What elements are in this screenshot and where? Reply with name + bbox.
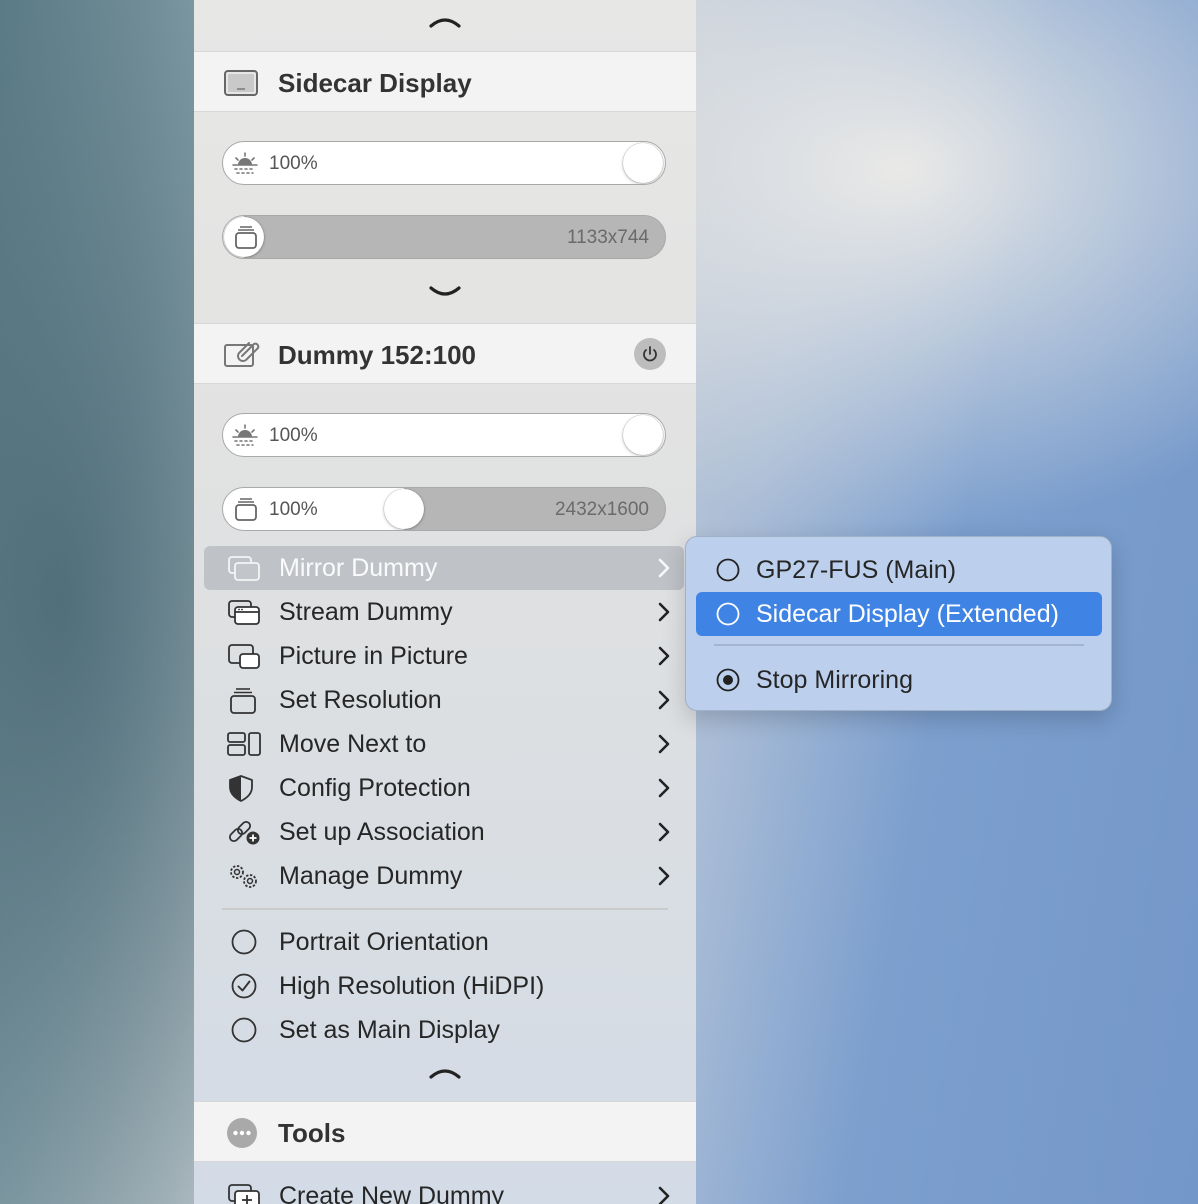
resolution-percent: 100% xyxy=(269,499,318,520)
radio-unselected-icon xyxy=(716,602,740,626)
checked-circle-icon xyxy=(231,973,257,999)
resolution-stack-icon xyxy=(235,226,257,249)
brightness-sun-icon xyxy=(232,152,258,174)
chevron-right-icon xyxy=(658,778,670,798)
gears-icon xyxy=(230,865,257,888)
radio-selected-icon xyxy=(716,668,740,692)
unchecked-circle-icon xyxy=(231,929,257,955)
resolution-stack-icon xyxy=(235,498,257,521)
menu-item-mirror-dummy[interactable]: Mirror Dummy xyxy=(204,546,684,590)
mirror-icon xyxy=(228,556,260,581)
chevron-right-icon xyxy=(658,1186,670,1204)
chevron-right-icon xyxy=(658,646,670,666)
slider-knob[interactable] xyxy=(623,415,663,455)
submenu-item-label: Sidecar Display (Extended) xyxy=(756,600,1059,628)
stream-icon xyxy=(228,600,260,625)
collapse-chevron-up-icon[interactable] xyxy=(194,1063,696,1081)
menu-item-label: Manage Dummy xyxy=(279,862,463,890)
power-icon xyxy=(643,346,657,362)
option-label: Set as Main Display xyxy=(279,1016,500,1044)
add-display-icon xyxy=(228,1184,260,1204)
chevron-right-icon xyxy=(658,602,670,622)
expand-chevron-down-icon[interactable] xyxy=(194,284,696,302)
sidecar-brightness-slider[interactable]: 100% xyxy=(222,141,666,185)
menu-item-stream-dummy[interactable]: Stream Dummy xyxy=(204,590,684,634)
menu-item-label: Picture in Picture xyxy=(279,642,468,670)
menu-item-label: Move Next to xyxy=(279,730,427,758)
option-portrait-orientation[interactable]: Portrait Orientation xyxy=(204,920,684,964)
sidecar-display-header: Sidecar Display xyxy=(194,51,696,112)
dummy-display-header: Dummy 152:100 xyxy=(194,323,696,384)
chevron-right-icon xyxy=(658,822,670,842)
tools-header: Tools xyxy=(194,1101,696,1162)
submenu-separator xyxy=(714,644,1084,646)
submenu-item-sidecar-display[interactable]: Sidecar Display (Extended) xyxy=(696,592,1102,636)
display-title: Sidecar Display xyxy=(278,68,472,98)
power-button[interactable] xyxy=(634,338,666,370)
menu-item-manage-dummy[interactable]: Manage Dummy xyxy=(204,854,684,898)
tools-title: Tools xyxy=(278,1118,346,1148)
submenu-item-stop-mirroring[interactable]: Stop Mirroring xyxy=(696,658,1102,702)
chevron-right-icon xyxy=(658,734,670,754)
dummy-resolution-slider[interactable]: 100% 2432x1600 xyxy=(222,487,666,531)
dummy-display-icon xyxy=(224,342,260,367)
resolution-stack-icon xyxy=(230,688,256,714)
option-label: High Resolution (HiDPI) xyxy=(279,972,545,1000)
chevron-right-icon xyxy=(658,690,670,710)
brightness-value: 100% xyxy=(269,425,318,446)
arrangement-icon xyxy=(227,732,261,756)
slider-knob[interactable] xyxy=(623,143,663,183)
ipad-display-icon xyxy=(224,70,258,96)
sidecar-resolution-slider[interactable]: 1133x744 xyxy=(222,215,666,259)
brightness-value: 100% xyxy=(269,153,318,174)
brightness-sun-icon xyxy=(232,424,258,446)
option-set-as-main-display[interactable]: Set as Main Display xyxy=(204,1008,684,1052)
menu-item-move-next-to[interactable]: Move Next to xyxy=(204,722,684,766)
menu-item-label: Set Resolution xyxy=(279,686,442,714)
menu-item-create-new-dummy[interactable]: Create New Dummy xyxy=(204,1174,684,1204)
menu-item-label: Create New Dummy xyxy=(279,1182,505,1204)
menu-item-label: Mirror Dummy xyxy=(279,554,438,582)
shield-icon xyxy=(229,775,253,802)
menu-item-picture-in-picture[interactable]: Picture in Picture xyxy=(204,634,684,678)
menu-item-set-resolution[interactable]: Set Resolution xyxy=(204,678,684,722)
menu-item-config-protection[interactable]: Config Protection xyxy=(204,766,684,810)
menu-separator xyxy=(222,908,668,910)
unchecked-circle-icon xyxy=(231,1017,257,1043)
option-high-resolution[interactable]: High Resolution (HiDPI) xyxy=(204,964,684,1008)
link-add-icon xyxy=(228,820,260,845)
dummy-brightness-slider[interactable]: 100% xyxy=(222,413,666,457)
option-label: Portrait Orientation xyxy=(279,928,489,956)
menu-item-label: Stream Dummy xyxy=(279,598,453,626)
collapse-chevron-up-icon[interactable] xyxy=(194,12,696,30)
submenu-item-label: GP27-FUS (Main) xyxy=(756,556,957,584)
menu-item-label: Config Protection xyxy=(279,774,471,802)
resolution-value: 1133x744 xyxy=(566,227,649,248)
slider-knob[interactable] xyxy=(383,489,424,529)
mirror-submenu: GP27-FUS (Main) Sidecar Display (Extende… xyxy=(685,536,1112,711)
chevron-right-icon xyxy=(658,866,670,886)
pip-icon xyxy=(228,644,260,669)
display-menu-panel: Sidecar Display 100% 1133x744 Dummy 152:… xyxy=(194,0,696,1204)
submenu-item-gp27-fus[interactable]: GP27-FUS (Main) xyxy=(696,548,1102,592)
submenu-item-label: Stop Mirroring xyxy=(756,666,913,694)
display-title: Dummy 152:100 xyxy=(278,340,476,370)
chevron-right-icon xyxy=(658,558,670,578)
radio-unselected-icon xyxy=(716,558,740,582)
ellipsis-circle-icon xyxy=(227,1118,257,1148)
menu-item-set-up-association[interactable]: Set up Association xyxy=(204,810,684,854)
menu-item-label: Set up Association xyxy=(279,818,485,846)
resolution-value: 2432x1600 xyxy=(554,499,649,520)
